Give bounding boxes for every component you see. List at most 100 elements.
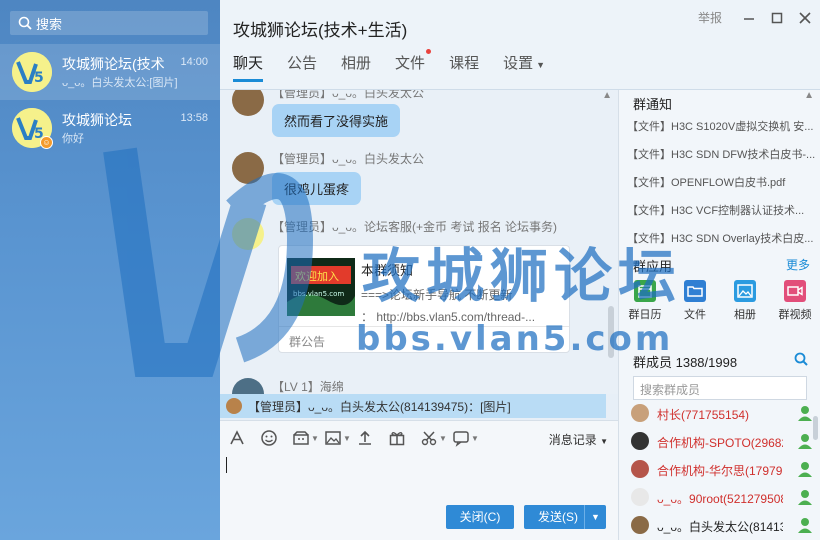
member-role-icon	[798, 434, 812, 449]
chevron-down-icon: ▼	[471, 433, 479, 443]
minimize-icon[interactable]	[742, 11, 756, 25]
member-row[interactable]: ᴗ_ᴗ。白头发太公(81413	[631, 512, 817, 540]
members-scrollbar[interactable]	[813, 416, 818, 440]
tab-files[interactable]: 文件	[395, 49, 432, 82]
conversation-item-forum[interactable]: 5 ☺ 攻城狮论坛 13:58 你好	[0, 100, 220, 156]
user-avatar[interactable]	[232, 218, 264, 250]
message-sender: 【管理员】ᴗ_ᴗ。白头发太公	[272, 152, 425, 166]
image-button[interactable]: ▼	[324, 429, 352, 447]
announcement-line: ===>论坛新手导航 不断更新	[361, 288, 513, 302]
announcement-card[interactable]: 欢迎加入 bbs.vlan5.com 本群须知 ===>论坛新手导航 不断更新 …	[278, 245, 570, 353]
message-history-button[interactable]: 消息记录 ▼	[549, 431, 608, 448]
chevron-down-icon: ▼	[600, 437, 608, 446]
notice-file-item[interactable]: 【文件】OPENFLOW白皮书.pdf	[627, 174, 817, 190]
history-label: 消息记录	[548, 433, 597, 447]
mention-notification-bar[interactable]: 【管理员】ᴗ_ᴗ。白头发太公(814139475)：[图片]	[220, 394, 606, 418]
app-album[interactable]: 相册	[723, 280, 767, 322]
member-name: ᴗ_ᴗ。白头发太公(81413	[657, 520, 783, 534]
app-video[interactable]: 群视频	[773, 280, 817, 322]
svg-text:5: 5	[34, 70, 44, 86]
send-button[interactable]: 发送(S) ▼	[524, 505, 606, 529]
app-calendar[interactable]: 群日历	[623, 280, 667, 322]
member-row[interactable]: 合作机构-SPOTO(296826	[631, 428, 817, 456]
tab-chat[interactable]: 聊天	[233, 52, 264, 82]
chat-scrollbar[interactable]	[608, 306, 614, 358]
vip-emoji-button[interactable]: ▼	[292, 429, 320, 447]
message-list[interactable]: ▲ 【管理员】ᴗ_ᴗ。白头发太公 然而看了没得实施 【管理员】ᴗ_ᴗ。白头发太公…	[220, 90, 618, 394]
tab-settings[interactable]: 设置 ▼	[503, 52, 545, 82]
message-sender: 【管理员】ᴗ_ᴗ。白头发太公	[272, 90, 425, 100]
conversation-sidebar: 搜索 5 攻城狮论坛(技术 14:00 ᴗ_ᴗ。白头发太公:[图片] 5 ☺ 攻…	[0, 0, 220, 540]
conversation-preview: 你好	[62, 133, 84, 145]
tab-announcement[interactable]: 公告	[287, 52, 317, 82]
member-search-input[interactable]: 搜索群成员	[633, 376, 807, 400]
member-row[interactable]: 合作机构-华尔思(17979	[631, 456, 817, 484]
app-files[interactable]: 文件	[673, 280, 717, 322]
member-role-icon	[798, 406, 812, 421]
notice-file-item[interactable]: 【文件】H3C SDN Overlay技术白皮...	[627, 230, 817, 246]
image-icon	[325, 431, 341, 445]
tab-courses[interactable]: 课程	[449, 52, 479, 82]
conversation-title: 攻城狮论坛(技术	[62, 56, 165, 72]
folder-icon	[684, 280, 706, 302]
gift-button[interactable]	[388, 429, 416, 447]
member-name: 合作机构-SPOTO(296826	[657, 436, 783, 450]
send-options-chevron-icon[interactable]: ▼	[584, 505, 606, 529]
notice-file-item[interactable]: 【文件】H3C VCF控制器认证技术...	[627, 202, 817, 218]
notice-heading: 群通知	[633, 97, 673, 112]
app-label: 相册	[734, 309, 756, 321]
scroll-up-icon[interactable]: ▲	[804, 90, 814, 101]
group-avatar: 5 ☺	[12, 108, 53, 149]
group-info-panel: ▲ 群通知 【文件】H3C S1020V虚拟交换机 安... 【文件】H3C S…	[618, 90, 820, 540]
unread-dot	[426, 49, 432, 54]
screenshot-button[interactable]: ▼	[420, 429, 448, 447]
upload-icon	[359, 430, 371, 445]
font-icon	[230, 430, 244, 445]
notice-file-item[interactable]: 【文件】H3C S1020V虚拟交换机 安...	[627, 118, 817, 134]
announcement-title: 本群须知	[361, 263, 414, 278]
text-cursor[interactable]	[226, 457, 227, 473]
upload-button[interactable]	[356, 429, 384, 447]
announcement-footer: 群公告	[279, 326, 569, 352]
conversation-preview: ᴗ_ᴗ。白头发太公:[图片]	[62, 77, 178, 89]
more-tools-button[interactable]: ▼	[452, 429, 480, 447]
tab-label: 设置	[503, 55, 534, 72]
font-button[interactable]	[228, 429, 256, 447]
members-heading: 群成员 1388/1998	[633, 355, 738, 370]
notice-file-item[interactable]: 【文件】H3C SDN DFW技术白皮书-...	[627, 146, 817, 162]
maximize-icon[interactable]	[770, 11, 784, 25]
emoji-button[interactable]	[260, 429, 288, 447]
user-avatar[interactable]	[232, 152, 264, 184]
member-role-icon	[798, 518, 812, 533]
message-sender: 【LV 1】海绵	[272, 380, 344, 394]
scissors-icon	[421, 431, 437, 446]
close-icon[interactable]	[798, 11, 812, 25]
user-avatar[interactable]	[232, 378, 264, 394]
member-row[interactable]: 村长(771755154)	[631, 400, 817, 428]
tab-label: 公告	[287, 55, 318, 72]
app-label: 群视频	[778, 309, 812, 321]
apps-more-link[interactable]: 更多	[786, 256, 810, 273]
member-role-icon	[798, 462, 812, 477]
user-avatar[interactable]	[232, 90, 264, 116]
announcement-link[interactable]: ： http://bbs.vlan5.com/thread-...	[361, 306, 566, 328]
tab-album[interactable]: 相册	[341, 52, 371, 82]
report-link[interactable]: 举报	[698, 9, 722, 26]
thumbnail-url: bbs.vlan5.com	[293, 290, 344, 298]
sidebar-search-input[interactable]: 搜索	[10, 11, 208, 35]
search-placeholder: 搜索	[36, 16, 63, 32]
tab-label: 相册	[341, 55, 372, 72]
photo-icon	[734, 280, 756, 302]
close-button[interactable]: 关闭(C)	[446, 505, 514, 529]
message-input-area: ▼ ▼ ▼ ▼ 消息记录 ▼ 关闭(C) 发送(S) ▼	[220, 420, 618, 540]
conversation-title: 攻城狮论坛	[62, 112, 132, 128]
member-row[interactable]: ᴗ_ᴗ。90root(521279508)	[631, 484, 817, 512]
send-label: 发送(S)	[538, 510, 578, 524]
calendar-icon	[634, 280, 656, 302]
tab-label: 文件	[395, 55, 426, 72]
member-search-icon[interactable]	[794, 352, 808, 366]
tab-label: 聊天	[233, 55, 264, 72]
face-badge-icon: ☺	[40, 136, 53, 149]
conversation-item-tech-life[interactable]: 5 攻城狮论坛(技术 14:00 ᴗ_ᴗ。白头发太公:[图片]	[0, 44, 220, 100]
scroll-up-icon[interactable]: ▲	[602, 90, 612, 101]
